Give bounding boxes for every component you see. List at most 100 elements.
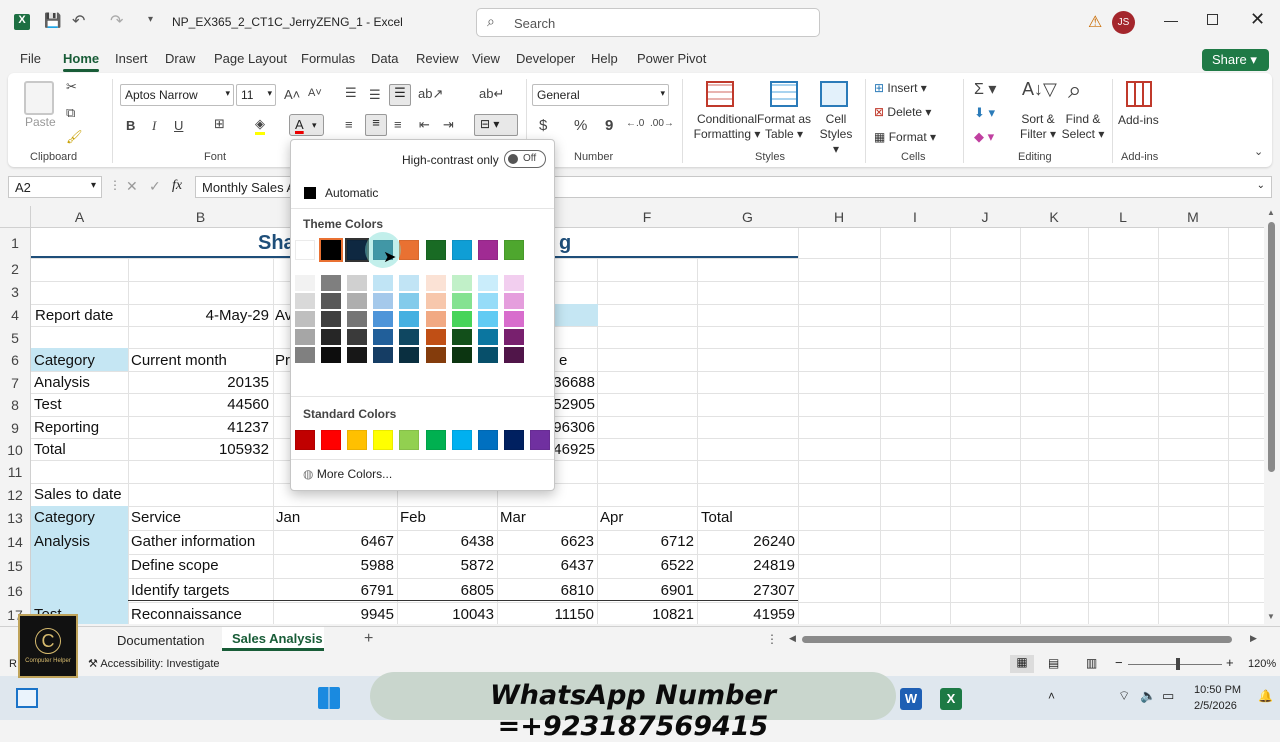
currency-button[interactable]: $ — [539, 117, 547, 134]
table-cell[interactable]: 9945 — [274, 606, 394, 623]
paste-icon[interactable] — [24, 81, 54, 115]
table-header-apr[interactable]: Apr — [600, 509, 623, 526]
theme-shade-swatch[interactable] — [373, 275, 394, 291]
italic-button[interactable]: I — [152, 118, 156, 134]
row7-category[interactable]: Analysis — [34, 374, 90, 391]
hscroll-left-icon[interactable]: ◀ — [789, 633, 796, 644]
tab-insert[interactable]: Insert — [115, 51, 148, 66]
theme-shade-swatch[interactable] — [425, 275, 446, 291]
percent-button[interactable]: % — [574, 117, 587, 134]
close-icon[interactable]: ✕ — [1250, 9, 1265, 30]
theme-color-swatch[interactable] — [477, 240, 498, 260]
page-break-view-icon[interactable]: ▥ — [1086, 656, 1097, 670]
undo-icon[interactable]: ↶ — [72, 11, 85, 31]
add-ins-button[interactable]: Add-ins — [1118, 113, 1159, 127]
table-cell[interactable]: 11150 — [498, 606, 595, 623]
table-row-service[interactable]: Identify targets — [131, 582, 229, 599]
standard-color-swatch[interactable] — [295, 430, 315, 450]
hscroll-right-icon[interactable]: ▶ — [1250, 633, 1257, 644]
high-contrast-toggle[interactable]: Off — [504, 150, 546, 168]
fill-icon[interactable]: ⬇ ▾ — [974, 105, 995, 121]
theme-shade-swatch[interactable] — [451, 347, 472, 363]
vertical-scrollbar[interactable]: ▲ ▼ — [1264, 206, 1280, 626]
increase-indent-icon[interactable]: ⇥ — [443, 117, 454, 133]
column-header-l[interactable]: L — [1088, 209, 1158, 225]
theme-shade-swatch[interactable] — [451, 311, 472, 327]
scroll-down-icon[interactable]: ▼ — [1267, 612, 1275, 621]
customize-qat-icon[interactable]: ▾ — [148, 14, 153, 25]
underline-button[interactable]: U — [174, 118, 183, 133]
font-name-dropdown[interactable]: Aptos Narrow ▾ — [120, 84, 234, 106]
share-button[interactable]: Share ▾ — [1202, 49, 1269, 71]
theme-shade-swatch[interactable] — [503, 293, 524, 309]
delete-cells-button[interactable]: ⊠ Delete ▾ — [874, 105, 931, 119]
sheet-tab-sales-analysis[interactable]: Sales Analysis — [222, 627, 324, 651]
table-cell[interactable]: 6791 — [274, 582, 394, 599]
zoom-slider-thumb[interactable] — [1176, 658, 1180, 670]
font-color-button[interactable]: A ▾ — [289, 114, 324, 136]
align-right-icon[interactable]: ≡ — [394, 117, 402, 132]
table-cell[interactable]: 6438 — [398, 533, 494, 550]
theme-shade-swatch[interactable] — [503, 311, 524, 327]
row-header[interactable]: 11 — [0, 464, 30, 480]
standard-color-swatch[interactable] — [373, 430, 394, 450]
row-header[interactable]: 10 — [0, 442, 30, 458]
theme-shade-swatch[interactable] — [373, 311, 394, 327]
find-select-button[interactable]: Find & Select ▾ — [1060, 112, 1106, 142]
column-header-h[interactable]: H — [798, 209, 880, 225]
accessibility-status[interactable]: ⚒ Accessibility: Investigate — [88, 657, 220, 670]
bottom-align-icon[interactable]: ☰ — [389, 84, 411, 106]
row-header[interactable]: 3 — [0, 284, 30, 300]
theme-color-swatch[interactable] — [319, 238, 344, 262]
table-cell[interactable]: 41959 — [698, 606, 795, 623]
sort-filter-button[interactable]: Sort & Filter ▾ — [1018, 112, 1058, 142]
theme-shade-swatch[interactable] — [295, 275, 315, 291]
report-date-label[interactable]: Report date — [35, 307, 113, 324]
theme-color-swatch[interactable] — [399, 240, 420, 260]
find-select-icon[interactable]: ⌕ — [1068, 77, 1081, 105]
theme-shade-swatch[interactable] — [503, 347, 524, 363]
minimize-icon[interactable]: — — [1164, 12, 1178, 28]
theme-shade-swatch[interactable] — [399, 275, 420, 291]
row8-current[interactable]: 44560 — [129, 396, 269, 413]
theme-shade-swatch[interactable] — [295, 329, 315, 345]
theme-color-swatch[interactable] — [451, 240, 472, 260]
report-date-value[interactable]: 4-May-29 — [129, 307, 269, 324]
theme-shade-swatch[interactable] — [503, 329, 524, 345]
theme-shade-swatch[interactable] — [347, 275, 368, 291]
zoom-level[interactable]: 120% — [1248, 658, 1276, 670]
row8-category[interactable]: Test — [34, 396, 62, 413]
table-header-category[interactable]: Category — [34, 509, 95, 526]
theme-shade-swatch[interactable] — [451, 275, 472, 291]
scroll-up-icon[interactable]: ▲ — [1267, 208, 1275, 217]
category-header[interactable]: Category — [34, 352, 95, 369]
copy-icon[interactable]: ⧉ — [66, 105, 75, 121]
add-sheet-button[interactable]: + — [364, 630, 373, 648]
tab-review[interactable]: Review — [416, 51, 459, 66]
theme-shade-swatch[interactable] — [295, 311, 315, 327]
row-header[interactable]: 5 — [0, 330, 30, 346]
table-row-service[interactable]: Gather information — [131, 533, 255, 550]
decrease-indent-icon[interactable]: ⇤ — [419, 117, 430, 133]
network-icon[interactable]: ⌔ — [1118, 688, 1130, 704]
merge-center-icon[interactable]: ⊟ ▾ — [474, 114, 518, 136]
name-box[interactable]: A2 ▾ — [8, 176, 102, 198]
decrease-font-icon[interactable]: A˅ — [308, 87, 322, 99]
decrease-decimal-icon[interactable]: .00→ — [650, 118, 674, 129]
e6-cell[interactable]: e — [559, 352, 567, 369]
zoom-slider[interactable] — [1128, 664, 1222, 665]
conditional-formatting-icon[interactable] — [706, 81, 734, 107]
theme-shade-swatch[interactable] — [425, 329, 446, 345]
column-header-k[interactable]: K — [1020, 209, 1088, 225]
select-all-corner[interactable] — [0, 206, 31, 228]
table-header-service[interactable]: Service — [131, 509, 181, 526]
cancel-entry-icon[interactable]: ✕ — [126, 178, 138, 195]
tab-home[interactable]: Home — [63, 51, 100, 72]
theme-shade-swatch[interactable] — [399, 311, 420, 327]
column-header-g[interactable]: G — [697, 209, 798, 225]
theme-shade-swatch[interactable] — [321, 329, 342, 345]
row7-current[interactable]: 20135 — [129, 374, 269, 391]
increase-decimal-icon[interactable]: ←.0 — [626, 118, 644, 129]
avatar[interactable]: JS — [1112, 11, 1135, 34]
clock-time[interactable]: 10:50 PM — [1194, 684, 1241, 696]
